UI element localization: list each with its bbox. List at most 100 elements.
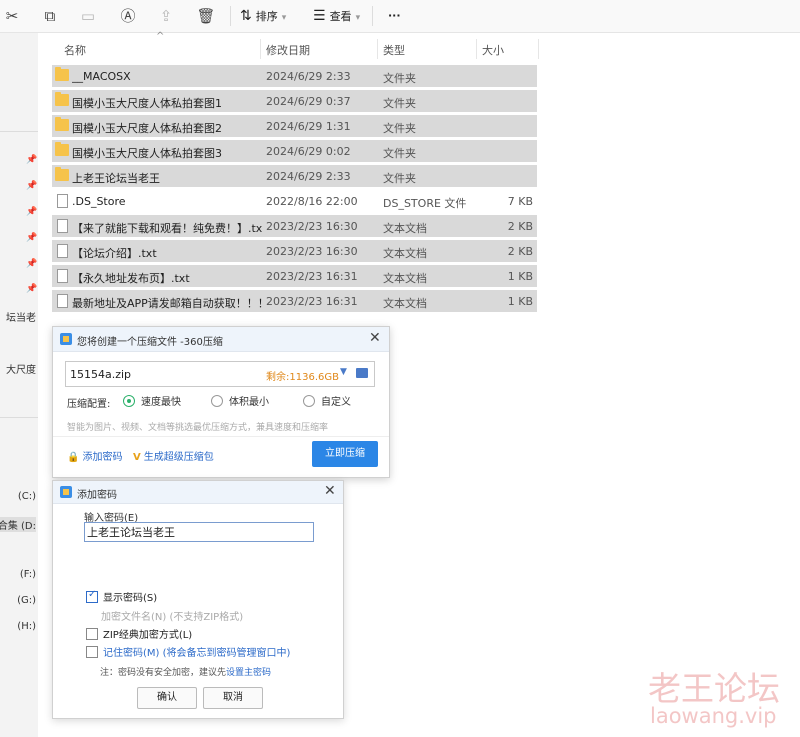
super-archive-link[interactable]: V 生成超级压缩包 (133, 448, 214, 463)
text-file-icon (57, 244, 68, 258)
pin-icon: 📌 (26, 233, 38, 243)
toolbar-divider (230, 6, 231, 26)
archive-name-field[interactable]: 15154a.zip 剩余:1136.6GB ▼ (65, 361, 375, 387)
pin-icon: 📌 (26, 181, 38, 191)
close-icon[interactable]: ✕ (369, 330, 381, 346)
add-password-dialog: 添加密码 ✕ 输入密码(E) 上老王论坛当老王 显示密码(S) 加密文件名(N)… (52, 480, 344, 719)
folder-icon (55, 117, 69, 131)
toolbar-divider (372, 6, 373, 26)
sidebar-item-drive-h[interactable]: (H:) (17, 621, 36, 632)
chevron-down-icon: ▾ (281, 13, 287, 23)
column-divider[interactable] (476, 39, 477, 59)
radio-selected-icon (123, 395, 135, 407)
watermark-url: laowang.vip (650, 704, 777, 728)
set-master-password-link[interactable]: 设置主密码 (226, 668, 271, 678)
lock-icon: 🔒 (67, 452, 80, 463)
close-icon[interactable]: ✕ (324, 483, 336, 499)
column-type[interactable]: 类型 (383, 42, 405, 58)
text-file-icon (57, 269, 68, 283)
v-badge-icon: V (133, 452, 141, 463)
chevron-down-icon: ▾ (355, 13, 361, 23)
radio-icon (211, 395, 223, 407)
table-row[interactable]: .DS_Store 2022/8/16 22:00 DS_STORE 文件 7 KB (52, 190, 537, 212)
ok-button[interactable]: 确认 (137, 687, 197, 709)
show-password-checkbox[interactable]: 显示密码(S) (86, 589, 157, 604)
cancel-button[interactable]: 取消 (203, 687, 263, 709)
add-password-link[interactable]: 🔒 添加密码 (67, 448, 122, 463)
navigation-pane: 📌 📌 📌 📌 📌 📌 坛当老 大尺度 (C:) 合集 (D: (F:) (G:… (0, 33, 38, 737)
sidebar-item-drive-c[interactable]: (C:) (18, 491, 36, 502)
table-row[interactable]: 上老王论坛当老王 2024/6/29 2:33 文件夹 (52, 165, 537, 187)
column-size[interactable]: 大小 (482, 42, 504, 58)
folder-icon (55, 67, 69, 81)
compress-dialog: 您将创建一个压缩文件 -360压缩 ✕ 15154a.zip 剩余:1136.6… (52, 326, 390, 478)
column-divider[interactable] (538, 39, 539, 59)
option-fastest[interactable]: 速度最快 (123, 393, 181, 408)
delete-icon[interactable]: 🗑 (196, 6, 216, 26)
remember-password-checkbox[interactable]: 记住密码(M) (将会备忘到密码管理窗口中) (86, 644, 290, 659)
radio-icon (303, 395, 315, 407)
view-button[interactable]: ☰ 查看 ▾ (313, 6, 360, 26)
sidebar-divider (0, 131, 38, 132)
column-header: ^ 名称 修改日期 类型 大小 (52, 31, 577, 61)
column-modified[interactable]: 修改日期 (266, 42, 310, 58)
command-bar: ✂ ⧉ ▭ Ⓐ ⇪ 🗑 ⇅ 排序 ▾ ☰ 查看 ▾ ··· (0, 0, 800, 33)
folder-icon (55, 142, 69, 156)
sort-icon: ⇅ (240, 8, 252, 24)
option-smallest[interactable]: 体积最小 (211, 393, 269, 408)
sidebar-item-drive-g[interactable]: (G:) (17, 595, 36, 606)
checkbox-icon (86, 646, 98, 658)
table-row[interactable]: 最新地址及APP请发邮箱自动获取！！！.... 2023/2/23 16:31 文本… (52, 290, 537, 312)
table-row[interactable]: 【来了就能下载和观看！纯免费！】.txt 2023/2/23 16:30 文本文档 2… (52, 215, 537, 237)
paste-icon[interactable]: ▭ (78, 6, 98, 26)
encrypt-filenames-checkbox[interactable]: 加密文件名(N) (不支持ZIP格式) (101, 608, 243, 623)
folder-icon (55, 167, 69, 181)
sort-ascending-icon: ^ (156, 31, 165, 42)
cut-icon[interactable]: ✂ (2, 6, 22, 26)
column-name[interactable]: 名称 (64, 42, 86, 58)
table-row[interactable]: 【永久地址发布页】.txt 2023/2/23 16:31 文本文档 1 KB (52, 265, 537, 287)
column-divider[interactable] (377, 39, 378, 59)
table-row[interactable]: 国模小玉大尺度人体私拍套图2 2024/6/29 1:31 文件夹 (52, 115, 537, 137)
sidebar-divider (0, 417, 38, 418)
pin-icon: 📌 (26, 284, 38, 294)
copy-icon[interactable]: ⧉ (40, 6, 60, 26)
security-note: 注：密码没有安全加密，建议先设置主密码 (100, 668, 272, 678)
password-input[interactable]: 上老王论坛当老王 (84, 522, 314, 542)
rename-icon[interactable]: Ⓐ (118, 6, 138, 26)
view-icon: ☰ (313, 8, 326, 24)
sidebar-item-album[interactable]: 大尺度 (6, 361, 36, 376)
watermark-title: 老王论坛 (648, 669, 780, 708)
checkbox-icon (86, 628, 98, 640)
dialog-titlebar[interactable]: 您将创建一个压缩文件 -360压缩 ✕ (53, 327, 389, 352)
sidebar-item-drive-d[interactable]: 合集 (D: (0, 517, 36, 532)
sidebar-item-drive-f[interactable]: (F:) (20, 569, 36, 580)
browse-folder-icon[interactable] (356, 368, 368, 378)
dialog-titlebar[interactable]: 添加密码 ✕ (53, 481, 343, 504)
config-label: 压缩配置: (67, 399, 111, 410)
text-file-icon (57, 219, 68, 233)
pin-icon: 📌 (26, 155, 38, 165)
checkbox-checked-icon (86, 589, 98, 603)
compress-now-button[interactable]: 立即压缩 (312, 441, 378, 467)
column-divider[interactable] (260, 39, 261, 59)
compression-hint: 智能为图片、视频、文档等挑选最优压缩方式，兼具速度和压缩率 (67, 423, 329, 433)
360zip-icon (60, 333, 72, 345)
share-icon[interactable]: ⇪ (156, 6, 176, 26)
sort-button[interactable]: ⇅ 排序 ▾ (240, 6, 286, 26)
table-row[interactable]: 【论坛介绍】.txt 2023/2/23 16:30 文本文档 2 KB (52, 240, 537, 262)
chevron-down-icon[interactable]: ▼ (340, 367, 347, 377)
sidebar-item-laowang[interactable]: 坛当老 (6, 309, 36, 324)
table-row[interactable]: __MACOSX 2024/6/29 2:33 文件夹 (52, 65, 537, 87)
file-icon (57, 194, 68, 208)
more-options-button[interactable]: ··· (388, 6, 401, 26)
pin-icon: 📌 (26, 259, 38, 269)
zip-classic-checkbox[interactable]: ZIP经典加密方式(L) (86, 626, 192, 641)
option-custom[interactable]: 自定义 (303, 393, 351, 408)
text-file-icon (57, 294, 68, 308)
divider (53, 436, 389, 437)
360zip-icon (60, 486, 72, 498)
pin-icon: 📌 (26, 207, 38, 217)
table-row[interactable]: 国模小玉大尺度人体私拍套图1 2024/6/29 0:37 文件夹 (52, 90, 537, 112)
table-row[interactable]: 国模小玉大尺度人体私拍套图3 2024/6/29 0:02 文件夹 (52, 140, 537, 162)
